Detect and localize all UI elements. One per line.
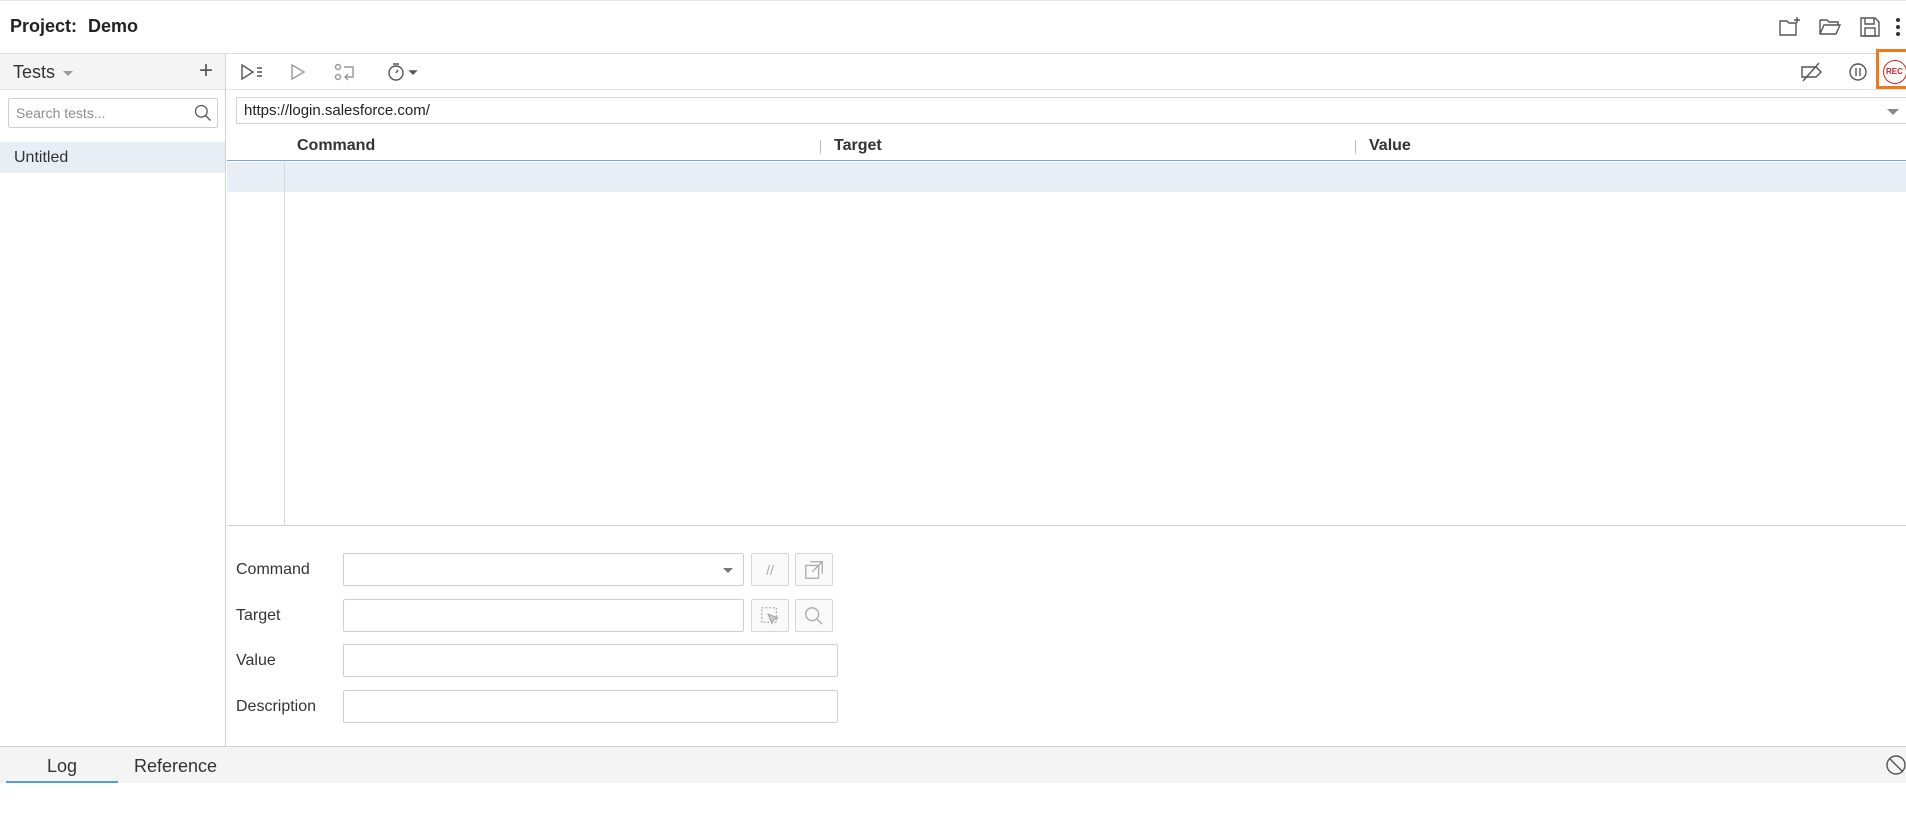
select-target-button[interactable] [751,599,789,632]
column-divider[interactable] [820,140,821,154]
description-input[interactable] [344,691,837,722]
run-test-button[interactable] [281,59,315,85]
command-input[interactable] [344,554,743,585]
column-header-command[interactable]: Command [297,137,375,155]
run-all-tests-icon [241,63,262,81]
target-field[interactable] [343,599,744,632]
disable-breakpoints-icon [1801,62,1822,82]
chevron-down-icon [63,70,74,76]
column-header-target[interactable]: Target [834,137,882,155]
comment-icon: // [766,561,774,578]
test-toolbar: REC [227,49,1906,90]
tab-log[interactable]: Log [47,756,77,777]
column-divider[interactable] [1355,140,1356,154]
open-project-button[interactable] [1810,13,1850,41]
sidebar-header: Tests + [0,54,225,90]
value-label: Value [236,652,276,669]
record-button[interactable]: REC [1876,49,1906,89]
test-item-untitled[interactable]: Untitled [0,142,225,173]
find-target-button[interactable] [795,599,833,632]
open-reference-button[interactable] [795,553,833,586]
project-title: Project: Demo [10,16,138,37]
search-icon [805,606,823,625]
target-input[interactable] [344,600,743,631]
project-label: Project: [10,16,78,36]
comment-toggle-button[interactable]: // [751,553,789,586]
command-editor: Command // Target Value Description [227,527,1906,746]
save-icon [1860,17,1880,37]
test-editor-main: REC Command Target Value Command // Targ… [227,49,1906,746]
open-in-new-icon [805,560,823,579]
new-project-icon [1779,17,1800,36]
more-vert-icon [1896,18,1900,36]
speed-timer-icon [388,63,418,81]
run-test-icon [291,63,306,81]
pause-on-exceptions-icon [1849,63,1867,81]
command-label: Command [236,561,310,578]
run-all-tests-button[interactable] [235,59,269,85]
step-over-icon [334,63,354,81]
save-project-button[interactable] [1850,13,1890,41]
column-header-value[interactable]: Value [1369,137,1411,155]
active-tab-indicator [6,781,118,783]
tests-sidebar: Tests + Untitled [0,54,226,746]
commands-table-body[interactable] [227,162,1906,526]
record-icon: REC [1883,60,1906,84]
tests-dropdown-label: Tests [13,62,56,82]
project-name[interactable]: Demo [88,16,138,36]
chevron-down-icon[interactable] [1887,109,1899,115]
top-bar: Project: Demo [0,0,1906,54]
select-target-icon [761,606,779,625]
more-menu-button[interactable] [1890,13,1906,41]
pause-on-exceptions-button[interactable] [1841,59,1875,85]
open-folder-icon [1819,19,1842,35]
commands-table-header: Command Target Value [227,131,1906,161]
description-field[interactable] [343,690,838,723]
step-over-button[interactable] [328,59,362,85]
base-url-bar [236,97,1906,124]
search-tests-input[interactable] [9,99,179,127]
chevron-down-icon[interactable] [723,568,733,573]
tab-reference[interactable]: Reference [134,756,217,777]
new-project-button[interactable] [1770,13,1810,41]
row-number-divider [284,162,285,526]
speed-button[interactable] [382,59,422,85]
command-select[interactable] [343,553,744,586]
search-icon[interactable] [193,103,213,123]
table-row[interactable] [227,162,1906,192]
search-tests-box [8,98,218,128]
description-label: Description [236,698,317,715]
project-actions [1770,13,1906,41]
base-url-input[interactable] [237,98,1877,123]
disable-breakpoints-button[interactable] [1795,59,1829,85]
value-field[interactable] [343,644,838,677]
bottom-panel-tabs: Log Reference [0,746,1906,783]
add-test-button[interactable]: + [199,58,213,84]
clear-log-icon[interactable] [1882,753,1906,777]
target-label: Target [236,607,281,624]
value-input[interactable] [344,645,837,676]
tests-dropdown[interactable]: Tests [13,62,74,83]
